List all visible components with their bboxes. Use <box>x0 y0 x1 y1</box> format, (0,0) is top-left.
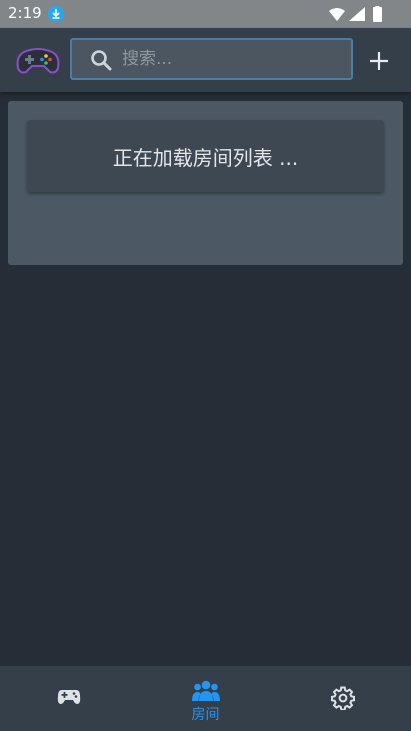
plus-icon <box>370 52 388 70</box>
gamepad-icon <box>57 688 81 710</box>
loading-text: 正在加载房间列表 ... <box>112 145 299 170</box>
search-input[interactable] <box>122 40 342 78</box>
room-list-panel: 正在加载房间列表 ... <box>8 101 403 265</box>
search-icon <box>90 49 112 71</box>
app-bar <box>0 28 411 92</box>
status-icons <box>329 6 389 22</box>
nav-item-games[interactable] <box>0 666 137 731</box>
battery-icon <box>373 7 382 22</box>
download-icon <box>48 6 64 22</box>
gear-icon <box>330 686 355 714</box>
loading-card: 正在加载房间列表 ... <box>27 120 384 192</box>
wifi-icon <box>329 8 345 21</box>
search-box[interactable] <box>70 38 353 80</box>
bottom-nav: 房间 <box>0 666 411 731</box>
add-button[interactable] <box>366 48 392 74</box>
nav-item-settings[interactable] <box>274 666 411 731</box>
nav-item-rooms[interactable]: 房间 <box>137 666 274 731</box>
signal-icon <box>349 7 365 21</box>
gamepad-logo-icon <box>16 42 60 78</box>
status-bar: 2:19 <box>0 0 411 28</box>
people-icon <box>191 680 220 706</box>
nav-label-rooms: 房间 <box>191 707 220 723</box>
status-time: 2:19 <box>8 4 42 22</box>
